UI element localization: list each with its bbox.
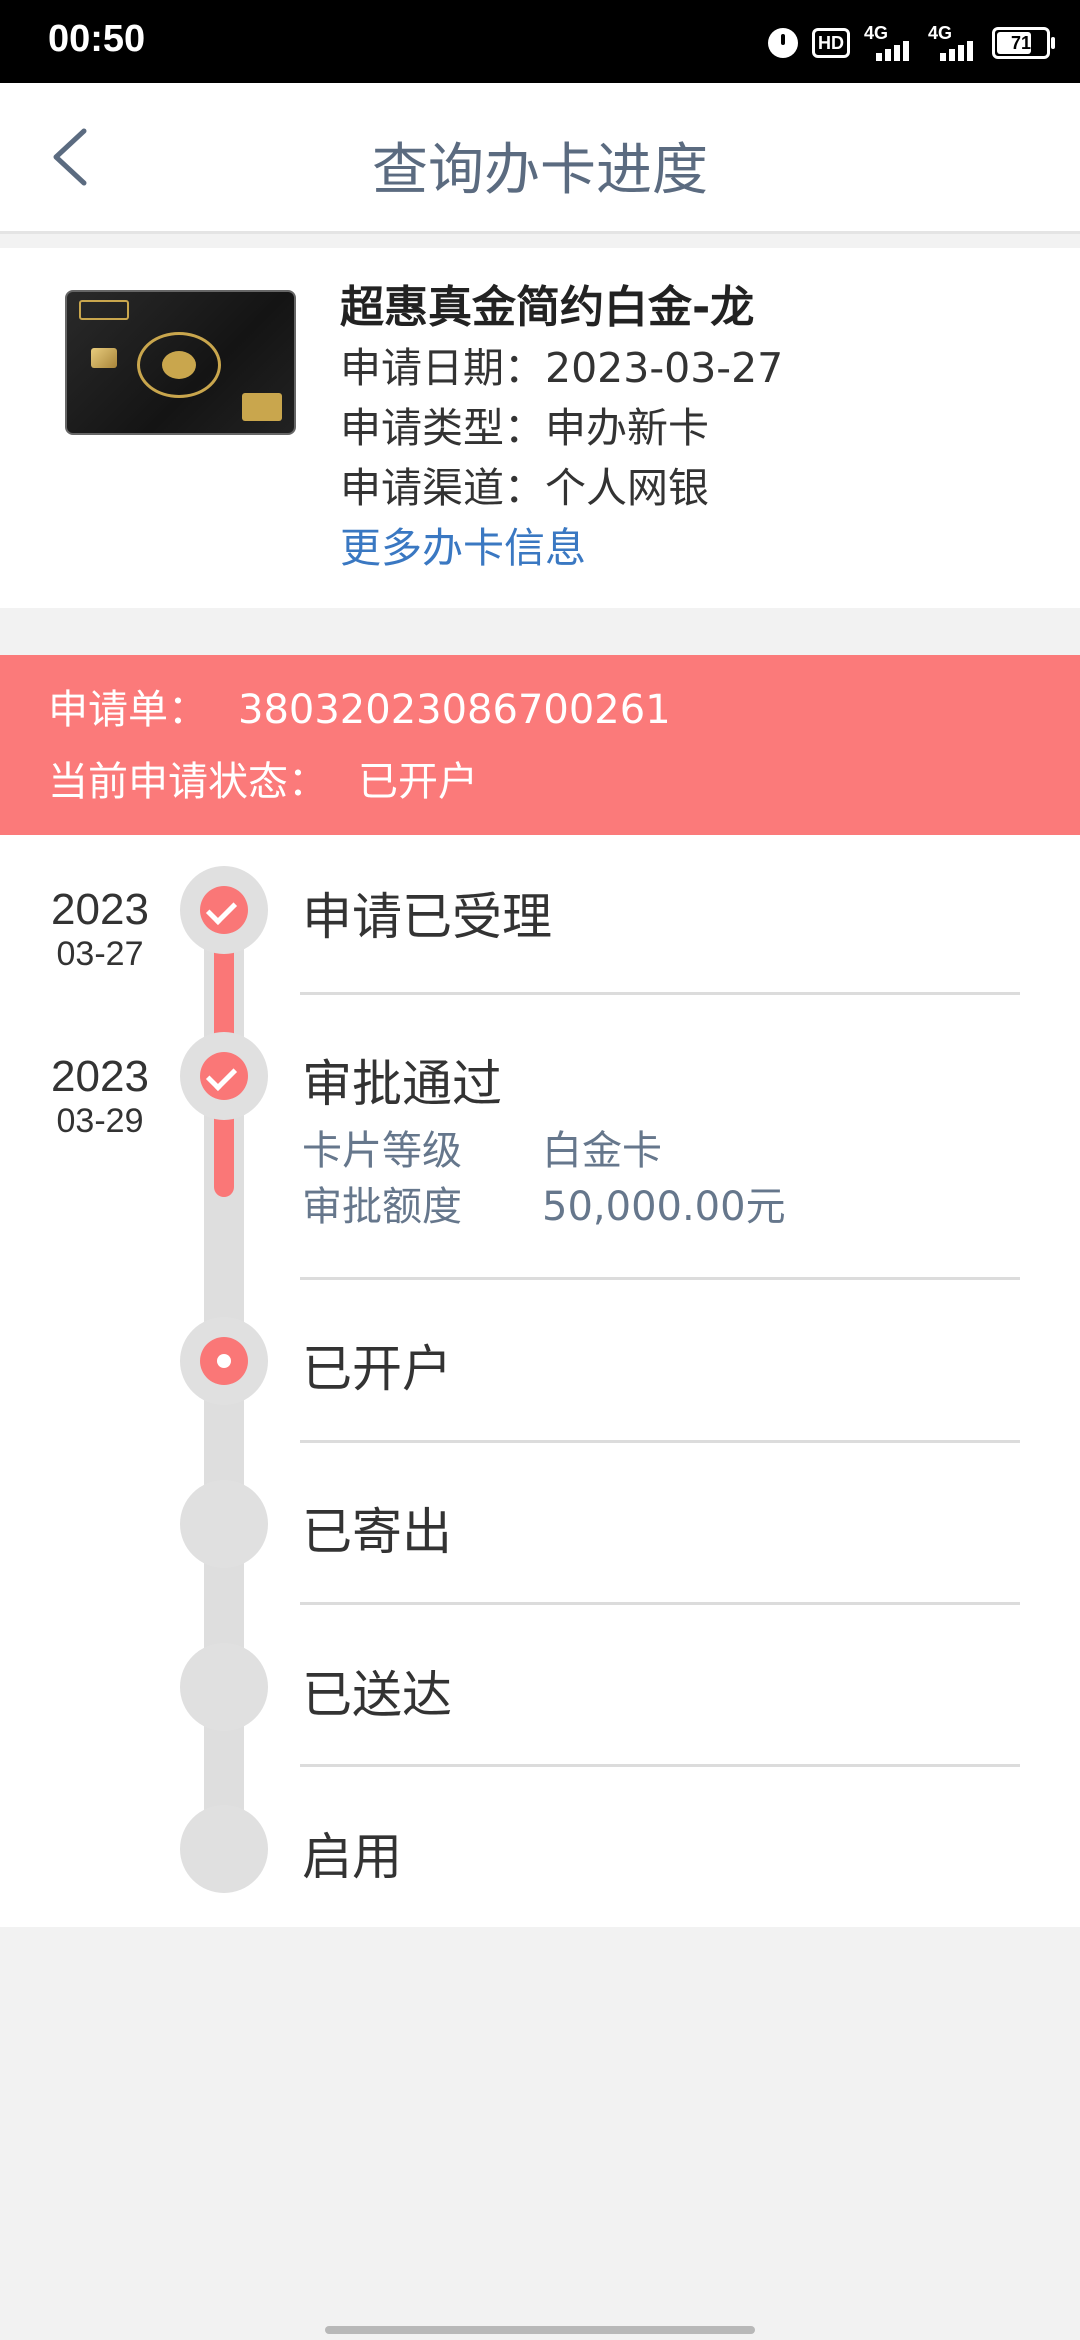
step-title: 已开户 — [302, 1340, 452, 1398]
status-value: 已开户 — [358, 759, 478, 805]
signal-icon: 4G — [864, 23, 914, 63]
card-details: 超惠真金简约白金-龙 申请日期：2023-03-27 申请类型：申办新卡 申请渠… — [340, 278, 783, 578]
step-node-done — [180, 1032, 268, 1120]
step-date: 2023 03-29 — [30, 1052, 170, 1140]
order-number: 38032023086700261 — [238, 687, 671, 733]
check-icon — [205, 893, 238, 926]
apply-date: 申请日期：2023-03-27 — [340, 344, 784, 392]
status-row: 当前申请状态： 已开户 — [48, 749, 478, 807]
step-node-current — [180, 1317, 268, 1405]
step-node-pending — [180, 1480, 268, 1568]
home-indicator[interactable] — [325, 2326, 755, 2334]
step-title: 启用 — [302, 1828, 402, 1886]
signal-icon: 4G — [928, 23, 978, 63]
detail-label: 卡片等级 — [302, 1128, 462, 1174]
status-icons: HD 4G 4G 71 — [768, 20, 1055, 66]
step-title: 已寄出 — [302, 1503, 452, 1561]
alarm-icon — [768, 28, 798, 58]
detail-label: 审批额度 — [302, 1184, 462, 1230]
apply-type: 申请类型：申办新卡 — [340, 404, 709, 452]
step-year: 2023 — [51, 885, 149, 934]
apply-channel: 申请渠道：个人网银 — [340, 464, 709, 512]
step-date: 2023 03-27 — [30, 885, 170, 973]
step-node-done — [180, 866, 268, 954]
divider — [300, 1764, 1020, 1767]
divider — [300, 992, 1020, 995]
step-month-day: 03-27 — [56, 935, 144, 973]
dragon-emblem — [137, 332, 221, 398]
status-bar: 00:50 HD 4G 4G 71 — [0, 0, 1080, 83]
current-dot-icon — [217, 1354, 231, 1368]
hd-icon: HD — [812, 28, 850, 58]
application-status-banner: 申请单： 38032023086700261 当前申请状态： 已开户 — [0, 655, 1080, 835]
step-year: 2023 — [51, 1052, 149, 1101]
step-month-day: 03-29 — [56, 1102, 144, 1140]
progress-timeline: 2023 03-27 申请已受理 2023 03-29 审批通过 卡片等级 白金… — [0, 835, 1080, 1927]
step-title: 审批通过 — [302, 1055, 502, 1113]
bank-logo — [79, 300, 129, 320]
status-label: 当前申请状态： — [48, 759, 328, 805]
page-title: 查询办卡进度 — [372, 138, 708, 203]
status-time: 00:50 — [48, 18, 146, 60]
card-network-logo — [242, 393, 282, 421]
more-card-info-link[interactable]: 更多办卡信息 — [340, 518, 783, 578]
battery-level: 71 — [1010, 33, 1032, 53]
card-chip — [91, 348, 117, 368]
order-label: 申请单： — [48, 687, 208, 733]
step-node-pending — [180, 1643, 268, 1731]
divider — [300, 1440, 1020, 1443]
nav-bar: 查询办卡进度 — [0, 83, 1080, 234]
step-title: 已送达 — [302, 1666, 452, 1724]
card-info-section: 超惠真金简约白金-龙 申请日期：2023-03-27 申请类型：申办新卡 申请渠… — [0, 248, 1080, 608]
divider — [300, 1602, 1020, 1605]
step-title: 申请已受理 — [302, 888, 552, 946]
check-icon — [205, 1059, 238, 1092]
detail-value: 白金卡 — [542, 1128, 662, 1174]
credit-limit-row: 审批额度 50,000.00元 — [302, 1174, 786, 1232]
divider — [300, 1277, 1020, 1280]
order-number-row: 申请单： 38032023086700261 — [48, 677, 671, 735]
card-level-row: 卡片等级 白金卡 — [302, 1118, 662, 1176]
detail-value: 50,000.00元 — [542, 1184, 786, 1230]
step-node-pending — [180, 1805, 268, 1893]
card-image — [65, 290, 296, 435]
card-name: 超惠真金简约白金-龙 — [340, 282, 755, 333]
battery-icon: 71 — [992, 27, 1055, 59]
